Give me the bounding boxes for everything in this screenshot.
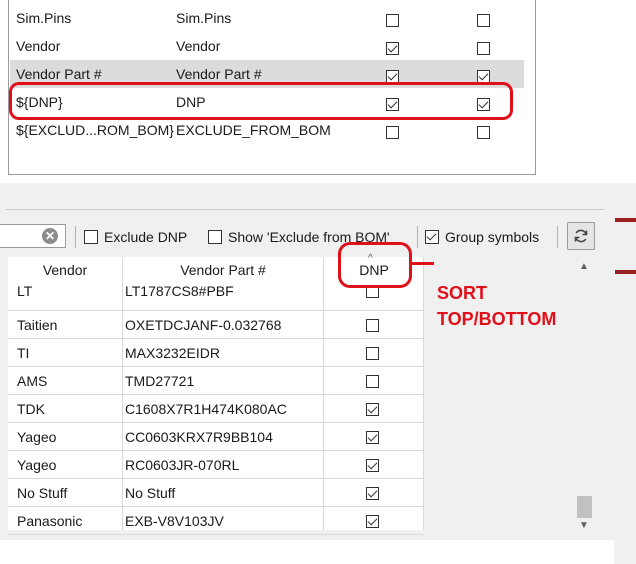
dnp-checkbox[interactable] <box>366 375 379 388</box>
exclude-dnp-label: Exclude DNP <box>104 229 188 245</box>
vendor-cell[interactable]: Taitien <box>17 317 57 333</box>
field-row[interactable]: Sim.Pins Sim.Pins <box>10 4 524 32</box>
dnp-checkbox[interactable] <box>366 347 379 360</box>
group-symbols-label: Group symbols <box>445 229 540 245</box>
row-divider <box>8 366 424 367</box>
field-label[interactable]: Vendor Part # <box>176 66 262 82</box>
vendor-cell[interactable]: TDK <box>17 401 45 417</box>
row-divider <box>8 422 424 423</box>
dnp-header-highlight <box>338 242 412 288</box>
vendor-cell[interactable]: Panasonic <box>17 513 82 529</box>
group-by-checkbox[interactable] <box>477 42 490 55</box>
field-label[interactable]: Vendor <box>176 38 220 54</box>
field-row[interactable]: ${EXCLUD...ROM_BOM} EXCLUDE_FROM_BOM <box>10 116 524 144</box>
annotation-line: SORT <box>437 283 488 303</box>
dnp-checkbox[interactable] <box>366 459 379 472</box>
field-label[interactable]: EXCLUDE_FROM_BOM <box>176 122 331 138</box>
annotation-line: TOP/BOTTOM <box>437 309 557 329</box>
vendor-part-cell[interactable]: CC0603KRX7R9BB104 <box>125 429 273 445</box>
scroll-up-icon[interactable]: ▲ <box>579 261 589 272</box>
row-divider <box>8 394 424 395</box>
vendor-cell[interactable]: TI <box>17 345 29 361</box>
marker-bottom <box>615 270 636 274</box>
refresh-icon <box>574 229 588 243</box>
scroll-thumb[interactable] <box>577 496 592 518</box>
vendor-part-cell[interactable]: TMD27721 <box>125 373 194 389</box>
dnp-checkbox[interactable] <box>366 319 379 332</box>
marker-top <box>615 218 636 222</box>
toolbar-separator <box>557 226 558 248</box>
vendor-part-cell[interactable]: EXB-V8V103JV <box>125 513 224 529</box>
annotation-text: SORT TOP/BOTTOM <box>437 280 556 332</box>
show-checkbox[interactable] <box>386 42 399 55</box>
field-name: ${EXCLUD...ROM_BOM} <box>16 122 174 138</box>
vendor-cell[interactable]: Yageo <box>17 457 56 473</box>
row-divider <box>8 478 424 479</box>
row-divider <box>8 534 424 535</box>
vendor-part-cell[interactable]: C1608X7R1H474K080AC <box>125 401 287 417</box>
dnp-checkbox[interactable] <box>366 487 379 500</box>
row-divider <box>8 338 424 339</box>
field-row[interactable]: Vendor Vendor <box>10 32 524 60</box>
vendor-cell[interactable]: LT <box>17 283 32 299</box>
vendor-cell[interactable]: Yageo <box>17 429 56 445</box>
exclude-dnp-checkbox[interactable] <box>84 230 98 244</box>
group-by-checkbox[interactable] <box>477 14 490 27</box>
column-header-vendor[interactable]: Vendor <box>8 257 122 283</box>
row-divider <box>8 506 424 507</box>
field-name: Vendor Part # <box>16 66 102 82</box>
vendor-part-cell[interactable]: MAX3232EIDR <box>125 345 220 361</box>
refresh-button[interactable] <box>567 222 595 250</box>
row-divider <box>8 310 424 311</box>
vendor-part-cell[interactable]: OXETDCJANF-0.032768 <box>125 317 281 333</box>
show-checkbox[interactable] <box>386 14 399 27</box>
dnp-checkbox[interactable] <box>366 431 379 444</box>
vendor-cell[interactable]: AMS <box>17 373 47 389</box>
grid-scrollbar[interactable]: ▲ ▼ <box>575 258 594 537</box>
vendor-cell[interactable]: No Stuff <box>17 485 67 501</box>
side-strip <box>614 183 636 564</box>
show-checkbox[interactable] <box>386 126 399 139</box>
field-name: Vendor <box>16 38 61 54</box>
field-label[interactable]: Sim.Pins <box>176 10 231 26</box>
scroll-down-icon[interactable]: ▼ <box>579 520 589 531</box>
row-divider <box>8 450 424 451</box>
toolbar-separator <box>417 226 418 248</box>
column-header-vendor-part[interactable]: Vendor Part # <box>123 257 323 283</box>
vendor-part-cell[interactable]: No Stuff <box>125 485 175 501</box>
vendor-part-cell[interactable]: RC0603JR-070RL <box>125 457 239 473</box>
dnp-row-highlight <box>9 82 513 120</box>
toolbar-separator <box>75 226 76 248</box>
annotation-connector <box>412 262 434 265</box>
show-excluded-checkbox[interactable] <box>208 230 222 244</box>
group-by-checkbox[interactable] <box>477 126 490 139</box>
group-symbols-checkbox[interactable] <box>425 230 439 244</box>
vendor-part-cell[interactable]: LT1787CS8#PBF <box>125 283 234 299</box>
dnp-checkbox[interactable] <box>366 403 379 416</box>
field-name: Sim.Pins <box>16 10 72 26</box>
clear-search-icon[interactable]: ✕ <box>42 228 58 244</box>
dnp-checkbox[interactable] <box>366 515 379 528</box>
